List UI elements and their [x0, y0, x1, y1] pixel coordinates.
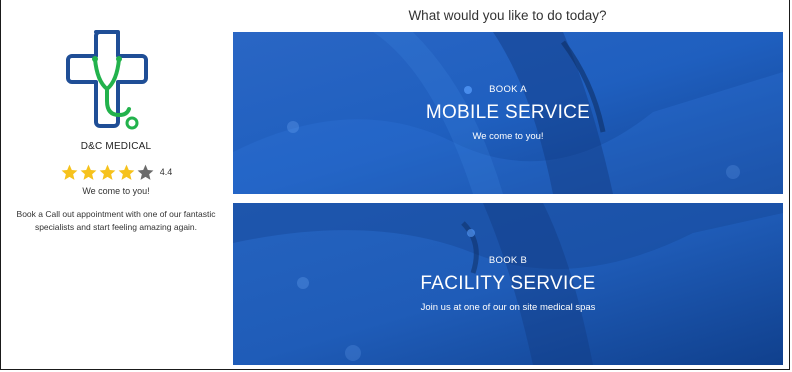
page-heading: What would you like to do today? [408, 8, 607, 23]
star-rating: 4.4 [0, 161, 232, 183]
brand-name: D&C MEDICAL [80, 141, 152, 152]
card-a-kicker: BOOK A [489, 84, 527, 95]
card-b-kicker: BOOK B [488, 255, 528, 266]
card-a-subtitle: We come to you! [472, 131, 544, 142]
tagline: We come to you! [82, 186, 150, 196]
card-b-subtitle: Join us at one of our on site medical sp… [420, 302, 596, 313]
rating-value: 4.4 [159, 167, 173, 177]
star-icon [99, 164, 116, 180]
star-icon [80, 164, 97, 180]
star-icon [118, 164, 135, 180]
book-mobile-service-card[interactable]: BOOK A MOBILE SERVICE We come to you! [233, 32, 783, 194]
card-a-title: MOBILE SERVICE [425, 102, 591, 123]
star-empty-icon [137, 164, 154, 180]
sidebar: D&C MEDICAL 4.4 We come to you! Book a C… [0, 0, 232, 372]
description: Book a Call out appointment with one of … [16, 209, 216, 232]
star-icon [61, 164, 78, 180]
card-b-title: FACILITY SERVICE [420, 273, 596, 294]
book-facility-service-card[interactable]: BOOK B FACILITY SERVICE Join us at one o… [233, 203, 783, 365]
medical-cross-logo [66, 30, 148, 130]
